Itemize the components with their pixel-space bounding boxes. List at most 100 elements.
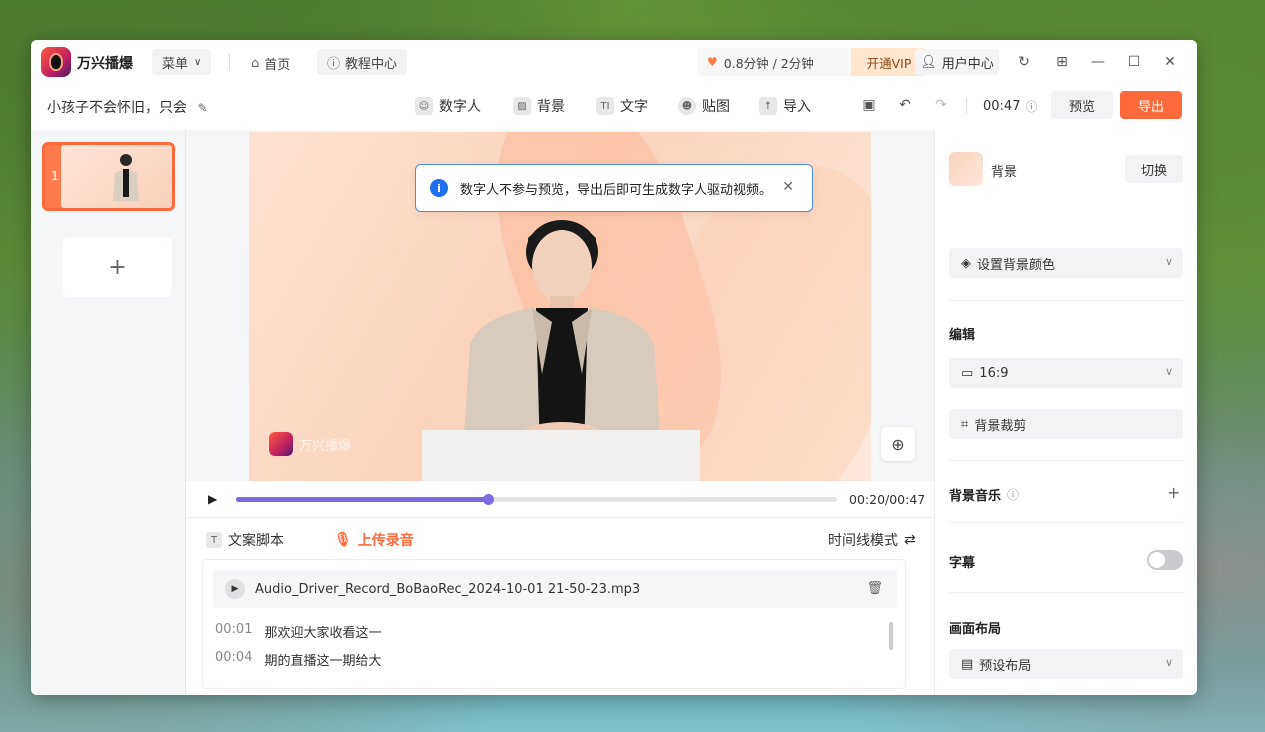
chevron-down-icon: ∨ [194, 56, 202, 68]
refresh-icon[interactable]: ↻ [1014, 52, 1034, 72]
paint-bucket-icon: ◈ [961, 255, 971, 271]
tool-background[interactable]: ▨ 背景 [513, 96, 565, 116]
usage-text: 0.8分钟 / 2分钟 [723, 55, 814, 71]
chevron-down-icon: ∨ [1164, 365, 1173, 378]
edit-icon[interactable]: ✎ [197, 101, 207, 115]
line-text: 那欢迎大家收看这一 [264, 626, 382, 641]
app-logo-icon [41, 47, 71, 77]
divider [949, 592, 1183, 593]
subtitle-title: 字幕 [949, 556, 976, 571]
usage-quota: ♥ 0.8分钟 / 2分钟 开通VIP [697, 48, 927, 76]
edit-section-title: 编辑 [949, 328, 976, 343]
project-name[interactable]: 小孩子不会怀旧，只会 ✎ [47, 97, 208, 117]
close-icon[interactable]: ✕ [782, 179, 794, 195]
bg-crop-label: 背景裁剪 [974, 418, 1027, 434]
person-icon: ☺ [415, 97, 433, 115]
info-icon: i [430, 179, 448, 197]
add-music-button[interactable]: + [1167, 483, 1180, 502]
chevron-down-icon: ∨ [1164, 656, 1173, 669]
chevron-down-icon: ∨ [1164, 255, 1173, 268]
user-center-button[interactable]: 👤︎ 用户中心 [915, 49, 999, 75]
play-button[interactable]: ▶ [208, 492, 217, 506]
maximize-button[interactable]: ☐ [1124, 52, 1144, 72]
export-button[interactable]: 导出 [1120, 91, 1182, 119]
audio-file-row: ▶ Audio_Driver_Record_BoBaoRec_2024-10-0… [213, 570, 897, 608]
player-bar: ▶ 00:20/00:47 [186, 481, 934, 517]
tool-digital-human[interactable]: ☺ 数字人 [415, 96, 481, 116]
audio-file-name: Audio_Driver_Record_BoBaoRec_2024-10-01 … [255, 581, 641, 597]
menu-dropdown[interactable]: 菜单 ∨ [152, 49, 212, 75]
user-icon: 👤︎ [920, 54, 937, 70]
duration-display: 00:47 ⓘ [983, 98, 1037, 115]
transcript-line[interactable]: 00:01 那欢迎大家收看这一 [215, 622, 381, 641]
tool-text[interactable]: TI 文字 [596, 96, 648, 116]
digital-human-figure [462, 220, 662, 464]
background-swatch[interactable] [949, 152, 983, 186]
properties-panel: 背景 切换 ◈ 设置背景颜色 ∨ 编辑 ▭ 16:9 ∨ ⌗ 背景裁剪 背景音乐… [934, 130, 1197, 695]
script-panel: T 文案脚本 🎙︎ 上传录音 时间线模式 ⇄ ▶ Audio_Driver_Re… [186, 517, 934, 695]
app-window: 万兴播爆 菜单 ∨ ⌂ 首页 ⓘ 教程中心 ♥ 0.8分钟 / 2分钟 开通VI… [31, 40, 1197, 695]
home-label: 首页 [264, 58, 291, 73]
help-icon[interactable]: ⓘ [1025, 98, 1037, 115]
tool-label: 背景 [537, 99, 565, 115]
add-scene-button[interactable]: + [63, 237, 172, 297]
timeline-mode-toggle[interactable]: 时间线模式 ⇄ [828, 530, 916, 550]
bg-color-dropdown[interactable]: ◈ 设置背景颜色 ∨ [949, 248, 1183, 278]
tab-upload-audio[interactable]: 🎙︎ 上传录音 [334, 530, 414, 550]
duration-text: 00:47 [983, 99, 1021, 114]
title-bar: 万兴播爆 菜单 ∨ ⌂ 首页 ⓘ 教程中心 ♥ 0.8分钟 / 2分钟 开通VI… [31, 40, 1197, 84]
tutorial-button[interactable]: ⓘ 教程中心 [317, 49, 408, 75]
tab-script[interactable]: T 文案脚本 [206, 530, 284, 550]
save-icon[interactable]: ▣ [859, 95, 879, 115]
tool-sticker[interactable]: ☻ 贴图 [678, 96, 730, 116]
aspect-ratio-dropdown[interactable]: ▭ 16:9 ∨ [949, 358, 1183, 388]
scene-preview [61, 145, 172, 208]
zoom-in-button[interactable]: ⊕ [881, 427, 915, 461]
menu-label: 菜单 [162, 56, 189, 72]
scene-thumbnail[interactable]: 1 [42, 142, 175, 211]
switch-background-button[interactable]: 切换 [1125, 155, 1183, 183]
divider [949, 522, 1183, 523]
progress-fill [236, 497, 489, 502]
divider [949, 300, 1183, 301]
line-time: 00:01 [215, 622, 253, 637]
diamond-icon: ♥ [707, 55, 718, 69]
grid-icon[interactable]: ⊞ [1052, 52, 1072, 72]
preset-layout-label: 预设布局 [979, 658, 1032, 674]
home-icon: ⌂ [251, 56, 260, 71]
scene-index: 1 [51, 169, 59, 183]
transcript-line[interactable]: 00:04 期的直播这一期给大 [215, 650, 381, 669]
minimize-button[interactable]: — [1088, 52, 1108, 72]
user-center-label: 用户中心 [941, 56, 994, 72]
watermark: 万兴播爆 [269, 432, 351, 456]
progress-handle[interactable] [483, 494, 495, 505]
text-icon: T [206, 532, 222, 548]
preview-button[interactable]: 预览 [1051, 91, 1113, 119]
bg-crop-button[interactable]: ⌗ 背景裁剪 [949, 409, 1183, 439]
playback-time: 00:20/00:47 [849, 492, 926, 507]
bg-music-section: 背景音乐 ⓘ [949, 485, 1019, 504]
watermark-text: 万兴播爆 [299, 438, 352, 454]
subtitle-toggle[interactable] [1147, 550, 1183, 570]
undo-icon[interactable]: ↶ [895, 95, 915, 115]
crop-icon: ⌗ [961, 416, 969, 432]
desk [422, 430, 700, 481]
microphone-icon: 🎙︎ [334, 532, 352, 548]
home-button[interactable]: ⌂ 首页 [251, 54, 290, 73]
progress-slider[interactable] [236, 494, 837, 505]
trash-icon[interactable]: 🗑︎ [866, 581, 883, 596]
scrollbar[interactable] [889, 622, 893, 650]
tab-label: 文案脚本 [228, 533, 284, 549]
redo-icon[interactable]: ↷ [931, 95, 951, 115]
background-icon: ▨ [513, 97, 531, 115]
audio-play-button[interactable]: ▶ [225, 579, 245, 599]
tutorial-label: 教程中心 [345, 56, 398, 72]
close-window-button[interactable]: ✕ [1160, 52, 1180, 72]
swap-icon: ⇄ [904, 532, 916, 548]
layout-icon: ▤ [961, 656, 974, 672]
tool-label: 数字人 [439, 99, 481, 115]
tool-label: 导入 [783, 99, 811, 115]
tool-import[interactable]: ↑ 导入 [759, 96, 811, 116]
help-icon[interactable]: ⓘ [1007, 486, 1019, 503]
preset-layout-dropdown[interactable]: ▤ 预设布局 ∨ [949, 649, 1183, 679]
